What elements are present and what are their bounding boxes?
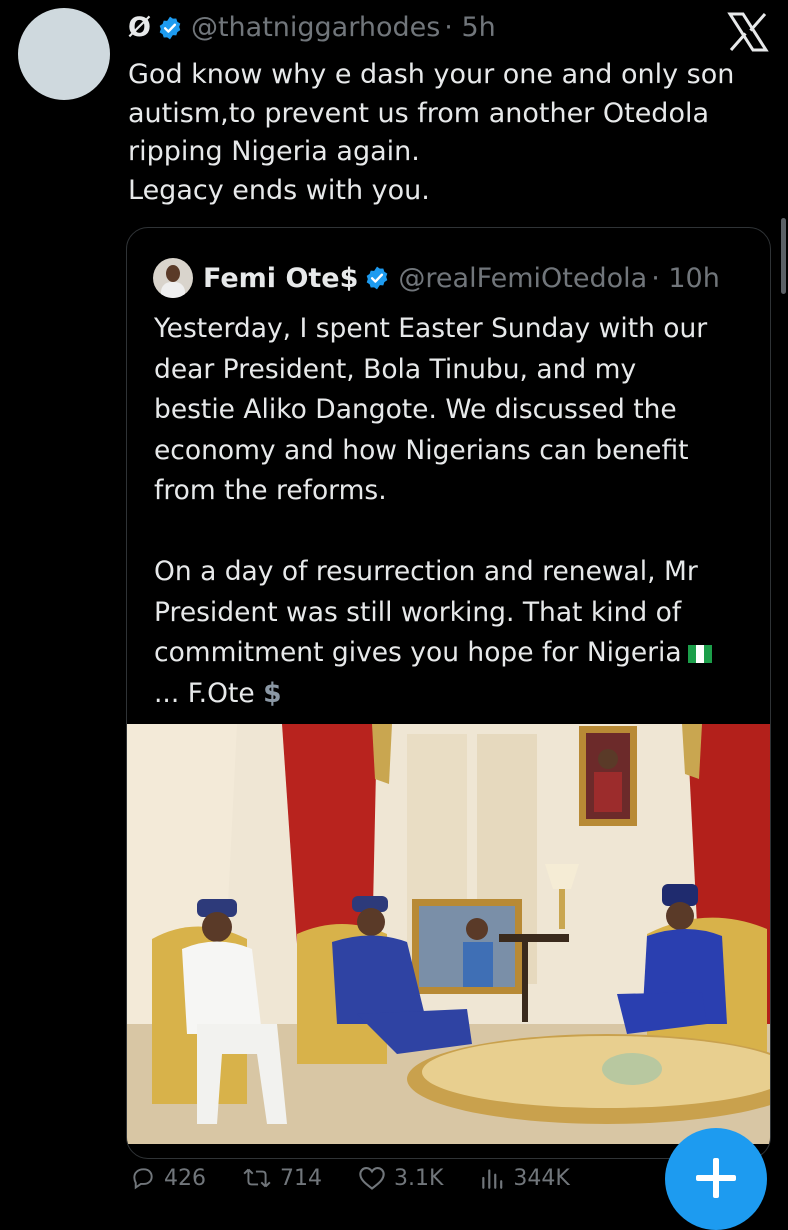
tweet-text: God know why e dash your one and only so… — [128, 59, 735, 206]
repost-icon — [243, 1168, 271, 1188]
nigeria-flag-icon — [687, 644, 712, 663]
views-button[interactable]: 344K — [479, 1165, 570, 1191]
author-handle[interactable]: @thatniggarhodes — [191, 12, 440, 43]
scrollbar[interactable] — [781, 218, 786, 294]
views-count: 344K — [513, 1165, 570, 1191]
compose-button[interactable] — [665, 1128, 767, 1230]
quoted-tweet-body: Yesterday, I spent Easter Sunday with ou… — [154, 313, 708, 668]
quoted-tweet-photo[interactable] — [127, 724, 770, 1144]
author-avatar[interactable] — [18, 8, 110, 100]
author-display-name[interactable]: Ø — [128, 12, 151, 43]
reply-icon — [133, 1168, 153, 1190]
quoted-tweet-time[interactable]: · 10h — [651, 263, 720, 294]
dollar-sign-icon: $ — [263, 677, 282, 709]
quoted-tweet-signature: ... F.Ote — [154, 677, 255, 709]
tweet-time[interactable]: · 5h — [444, 12, 495, 43]
tweet-header: Ø @thatniggarhodes · 5h — [128, 12, 496, 43]
quoted-tweet-text: Yesterday, I spent Easter Sunday with ou… — [154, 309, 754, 714]
like-icon — [359, 1167, 385, 1190]
quoted-tweet-header: Femi Ote$ @realFemiOtedola · 10h — [153, 258, 720, 298]
photo-illustration — [127, 724, 770, 1144]
quoted-tweet[interactable]: Femi Ote$ @realFemiOtedola · 10h Yesterd… — [126, 227, 771, 1159]
verified-badge-icon — [159, 16, 181, 39]
quoted-author-handle[interactable]: @realFemiOtedola — [398, 263, 647, 294]
quoted-author-display-name[interactable]: Femi Ote$ — [203, 263, 358, 294]
reply-count: 426 — [164, 1165, 206, 1191]
like-button[interactable]: 3.1K — [358, 1165, 443, 1191]
x-logo-icon[interactable] — [726, 10, 770, 54]
like-count: 3.1K — [394, 1165, 444, 1191]
repost-count: 714 — [280, 1165, 322, 1191]
tweet-actions: 426 714 3.1K 344K — [130, 1160, 690, 1196]
views-icon — [482, 1169, 503, 1189]
verified-badge-icon — [367, 266, 388, 290]
repost-button[interactable]: 714 — [242, 1165, 322, 1191]
quoted-author-avatar[interactable] — [153, 258, 193, 298]
reply-button[interactable]: 426 — [130, 1165, 206, 1191]
